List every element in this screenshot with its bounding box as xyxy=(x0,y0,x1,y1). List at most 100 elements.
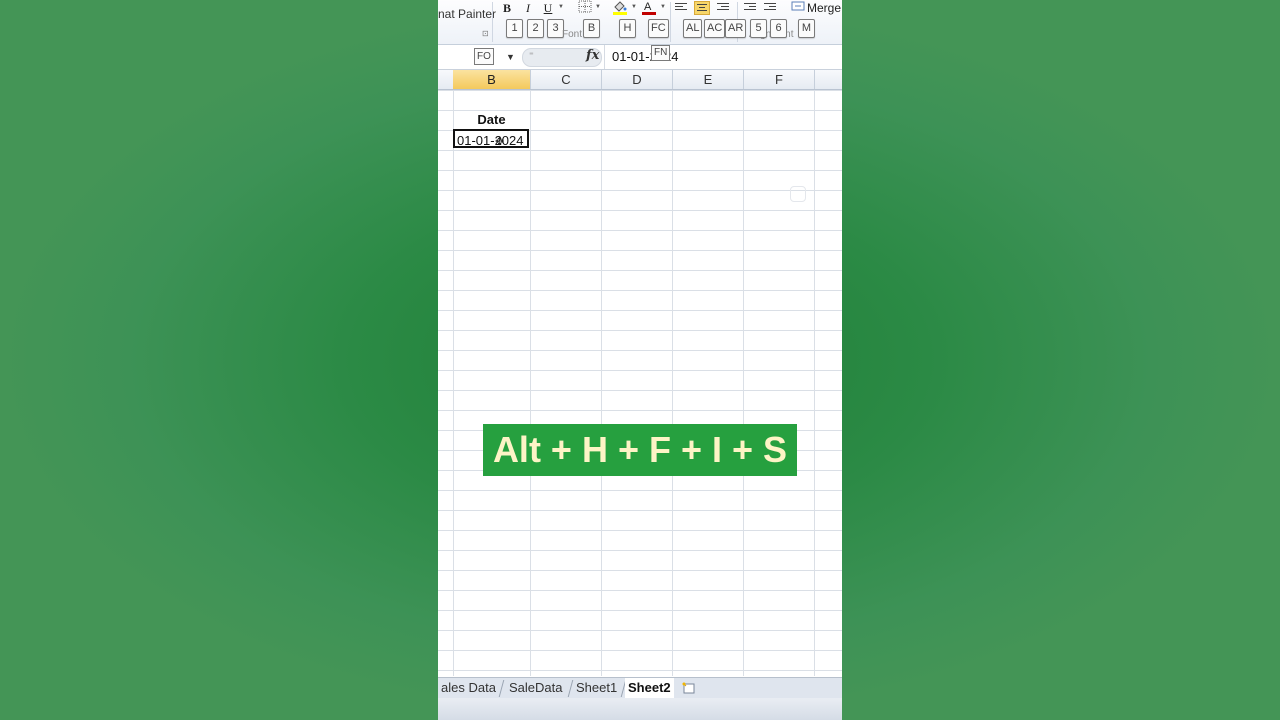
grid-line xyxy=(672,90,673,676)
grid-line xyxy=(438,670,842,671)
grid-line xyxy=(438,410,842,411)
grid-line xyxy=(438,530,842,531)
grid-line xyxy=(438,550,842,551)
keytip-border: B xyxy=(583,19,600,38)
grid-line xyxy=(438,150,842,151)
grid-line xyxy=(438,590,842,591)
tab-separator xyxy=(498,680,505,697)
grid-line xyxy=(438,250,842,251)
insert-function-button[interactable]: fx xyxy=(586,48,599,63)
ribbon-separator xyxy=(492,2,493,42)
keytip-align-center: AC xyxy=(704,19,726,38)
grid-line xyxy=(438,210,842,211)
font-color-button[interactable]: A xyxy=(641,0,657,16)
sheet-tab-sheet2[interactable]: Sheet2 xyxy=(625,678,674,700)
keytip-align-left: AL xyxy=(683,19,703,38)
keytip-bold: 1 xyxy=(506,19,523,38)
worksheet-grid[interactable]: Date 01-01-2024 ✥ Alt + H + F + I + S xyxy=(438,90,842,676)
grid-line xyxy=(438,330,842,331)
row-header-corner[interactable] xyxy=(438,70,454,89)
cell-b-value[interactable]: 01-01-2024 xyxy=(457,133,524,148)
font-group-label: Font xyxy=(562,29,583,40)
svg-text:A: A xyxy=(644,1,652,13)
font-color-dropdown-icon[interactable]: ▼ xyxy=(660,4,666,10)
italic-button[interactable]: I xyxy=(522,0,534,16)
keytip-increase-indent: 6 xyxy=(770,19,787,38)
grid-line xyxy=(438,390,842,391)
grid-line xyxy=(438,230,842,231)
underline-dropdown-icon[interactable]: ▼ xyxy=(558,4,564,10)
underline-button[interactable]: U xyxy=(542,0,554,16)
grid-line xyxy=(438,370,842,371)
grid-line xyxy=(814,90,815,676)
border-icon xyxy=(578,0,592,13)
excel-window: nat Painter ⊡ B I U ▼ ▼ ▼ A ▼ Merge 1 2 … xyxy=(438,0,842,720)
grid-line xyxy=(438,110,842,111)
bold-button[interactable]: B xyxy=(501,0,513,16)
keytip-fill: H xyxy=(619,19,636,38)
sheet-tab-sales-data[interactable]: ales Data xyxy=(438,678,499,698)
keytip-align-right: AR xyxy=(725,19,747,38)
shortcut-overlay: Alt + H + F + I + S xyxy=(483,424,797,476)
grid-line xyxy=(438,190,842,191)
increase-indent-icon[interactable] xyxy=(764,1,778,13)
column-header-e[interactable]: E xyxy=(673,70,744,89)
formula-cancel-icon[interactable]: ⁼ xyxy=(529,50,534,61)
font-color-icon: A xyxy=(642,1,656,15)
column-header-c[interactable]: C xyxy=(531,70,602,89)
cell-b-header[interactable]: Date xyxy=(453,112,530,127)
column-header-b[interactable]: B xyxy=(453,70,531,89)
fill-color-button[interactable] xyxy=(612,0,628,16)
keytip-decrease-indent: 5 xyxy=(750,19,767,38)
name-box-dropdown-icon[interactable]: ▼ xyxy=(506,52,515,62)
merge-center-button[interactable]: Merge xyxy=(807,0,841,16)
formula-bar: FO ▼ ⁼ fx 01-01-2024 FN xyxy=(438,45,842,70)
insert-sheet-icon[interactable] xyxy=(682,681,696,694)
border-dropdown-icon[interactable]: ▼ xyxy=(595,4,601,10)
name-box[interactable]: FO ▼ xyxy=(438,47,518,67)
grid-line xyxy=(438,270,842,271)
keytip-italic: 2 xyxy=(527,19,544,38)
clipboard-dialog-launcher-icon[interactable]: ⊡ xyxy=(482,29,489,38)
cell-cursor-icon: ✥ xyxy=(495,136,505,148)
formula-bar-divider xyxy=(604,45,605,69)
grid-line xyxy=(601,90,602,676)
grid-line xyxy=(438,170,842,171)
decrease-indent-icon[interactable] xyxy=(744,1,758,13)
grid-line xyxy=(438,310,842,311)
border-button[interactable] xyxy=(578,0,592,16)
grid-line xyxy=(453,90,454,676)
sheet-tabs: ales Data SaleData Sheet1 Sheet2 xyxy=(438,677,842,700)
column-header-d[interactable]: D xyxy=(602,70,673,89)
ribbon-home: nat Painter ⊡ B I U ▼ ▼ ▼ A ▼ Merge 1 2 … xyxy=(438,0,842,45)
column-header-f[interactable]: F xyxy=(744,70,815,89)
grid-line xyxy=(438,90,842,91)
instagram-watermark-icon xyxy=(790,186,806,202)
align-center-icon[interactable] xyxy=(694,1,710,15)
keytip-merge: M xyxy=(798,19,815,38)
grid-line xyxy=(438,630,842,631)
grid-line xyxy=(438,610,842,611)
format-painter-button[interactable]: nat Painter xyxy=(438,7,496,21)
keytip-font-color: FC xyxy=(648,19,669,38)
grid-line xyxy=(438,290,842,291)
keytip-name-box: FO xyxy=(474,48,494,65)
grid-line xyxy=(530,90,531,676)
grid-line xyxy=(438,350,842,351)
ribbon-separator xyxy=(670,2,671,42)
sheet-tab-sheet1[interactable]: Sheet1 xyxy=(573,678,620,698)
column-headers: B C D E F xyxy=(438,70,842,90)
grid-line xyxy=(438,510,842,511)
sheet-tab-saledata[interactable]: SaleData xyxy=(506,678,565,698)
merge-center-icon[interactable] xyxy=(791,0,805,16)
status-bar xyxy=(438,698,842,720)
grid-line xyxy=(438,570,842,571)
grid-line xyxy=(438,490,842,491)
align-right-icon[interactable] xyxy=(717,1,731,13)
fill-color-dropdown-icon[interactable]: ▼ xyxy=(631,4,637,10)
grid-line xyxy=(438,650,842,651)
grid-line xyxy=(743,90,744,676)
align-left-icon[interactable] xyxy=(675,1,689,13)
paint-bucket-icon xyxy=(613,1,627,15)
keytip-formula: FN xyxy=(651,45,671,61)
